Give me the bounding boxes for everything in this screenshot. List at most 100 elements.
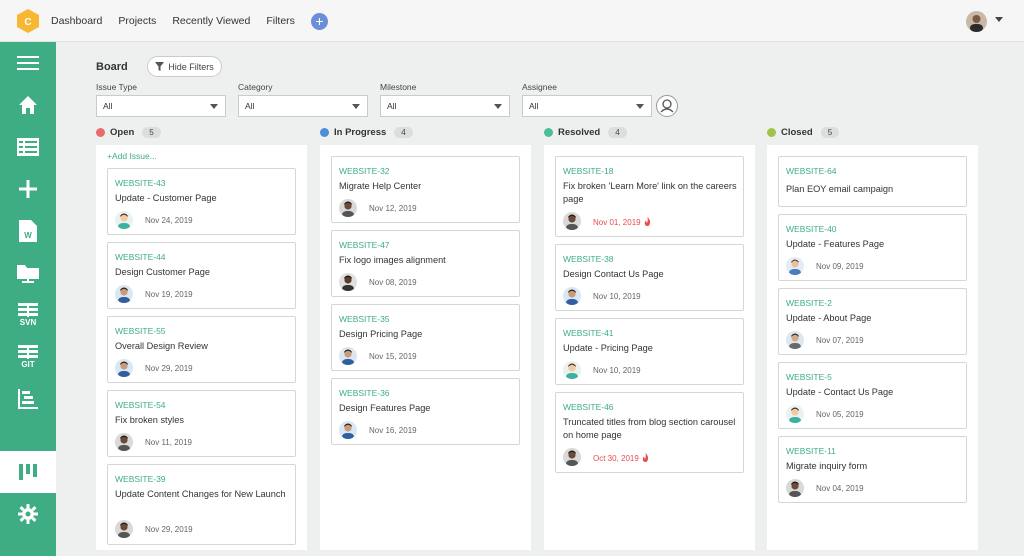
due-date: Nov 10, 2019 [593, 366, 641, 375]
sidebar-settings[interactable] [0, 493, 56, 535]
sidebar-git-label: GIT [21, 360, 35, 369]
filter-category-select[interactable]: All [238, 95, 368, 117]
filter-assignee-value: All [529, 101, 539, 111]
issue-card[interactable]: WEBSITE-35 Design Pricing Page Nov 15, 201… [331, 304, 520, 371]
issue-key[interactable]: WEBSITE-35 [339, 314, 390, 324]
issue-card[interactable]: WEBSITE-39 Update Content Changes for New… [107, 464, 296, 545]
filter-milestone-select[interactable]: All [380, 95, 510, 117]
sidebar-gantt[interactable] [0, 378, 56, 420]
filter-issue-type-select[interactable]: All [96, 95, 226, 117]
assignee-avatar-filter[interactable] [656, 95, 678, 117]
nav-recently-viewed[interactable]: Recently Viewed [172, 15, 250, 27]
issue-card[interactable]: WEBSITE-18 Fix broken 'Learn More' link o… [555, 156, 744, 237]
due-date-text: Nov 08, 2019 [369, 278, 417, 287]
issue-summary: Fix broken 'Learn More' link on the care… [563, 181, 737, 204]
issue-key[interactable]: WEBSITE-11 [786, 446, 836, 456]
nav-filters[interactable]: Filters [266, 15, 295, 27]
issue-card[interactable]: WEBSITE-2 Update - About Page Nov 07, 2019 [778, 288, 967, 355]
add-button[interactable]: + [310, 12, 328, 30]
issue-key[interactable]: WEBSITE-32 [339, 166, 390, 176]
issue-key[interactable]: WEBSITE-47 [339, 240, 390, 250]
user-silhouette-icon [660, 99, 674, 113]
due-date: Oct 30, 2019 [593, 453, 649, 463]
user-avatar[interactable] [966, 11, 987, 32]
overdue-flame-icon [641, 217, 651, 227]
app-logo-icon[interactable]: C [17, 9, 39, 33]
issue-key[interactable]: WEBSITE-46 [563, 402, 614, 412]
issue-key[interactable]: WEBSITE-38 [563, 254, 614, 264]
assignee-avatar [563, 287, 581, 305]
issue-key[interactable]: WEBSITE-36 [339, 388, 390, 398]
filter-assignee-select[interactable]: All [522, 95, 652, 117]
status-dot-icon [544, 128, 553, 137]
svg-text:W: W [24, 231, 32, 240]
issue-summary: Plan EOY email campaign [786, 184, 894, 194]
issue-key[interactable]: WEBSITE-43 [115, 178, 166, 188]
sidebar-issues[interactable] [0, 126, 56, 168]
issue-summary: Update Content Changes for New Launch [115, 489, 286, 499]
user-menu-caret-icon[interactable] [995, 17, 1003, 22]
due-date-text: Nov 12, 2019 [369, 204, 417, 213]
issue-card[interactable]: WEBSITE-11 Migrate inquiry form Nov 04, 20… [778, 436, 967, 503]
issue-summary: Design Pricing Page [339, 329, 423, 339]
issue-card[interactable]: WEBSITE-5 Update - Contact Us Page Nov 05,… [778, 362, 967, 429]
issue-key[interactable]: WEBSITE-18 [563, 166, 614, 176]
issue-card[interactable]: WEBSITE-54 Fix broken styles Nov 11, 2019 [107, 390, 296, 457]
funnel-icon [155, 62, 165, 71]
filter-milestone-label: Milestone [380, 82, 417, 92]
issue-key[interactable]: WEBSITE-2 [786, 298, 832, 308]
filter-issue-type-label: Issue Type [96, 82, 137, 92]
assignee-avatar [786, 479, 804, 497]
due-date-text: Nov 19, 2019 [145, 290, 193, 299]
sidebar-menu[interactable] [0, 42, 56, 84]
sidebar-wiki[interactable]: W [0, 210, 56, 252]
issue-card[interactable]: WEBSITE-41 Update - Pricing Page Nov 10, 2… [555, 318, 744, 385]
issue-key[interactable]: WEBSITE-64 [786, 166, 837, 176]
issue-key[interactable]: WEBSITE-44 [115, 252, 166, 262]
plus-icon [19, 180, 37, 198]
issue-key[interactable]: WEBSITE-40 [786, 224, 837, 234]
issue-card[interactable]: WEBSITE-55 Overall Design Review Nov 29, 2… [107, 316, 296, 383]
issue-summary: Design Customer Page [115, 267, 210, 277]
hide-filters-button[interactable]: Hide Filters [147, 56, 222, 77]
issue-card[interactable]: WEBSITE-40 Update - Features Page Nov 09, … [778, 214, 967, 281]
issue-key[interactable]: WEBSITE-39 [115, 474, 166, 484]
due-date-text: Nov 04, 2019 [816, 484, 864, 493]
sidebar-files[interactable] [0, 252, 56, 294]
issue-card[interactable]: WEBSITE-46 Truncated titles from blog sec… [555, 392, 744, 473]
nav-projects[interactable]: Projects [118, 15, 156, 27]
issue-card[interactable]: WEBSITE-36 Design Features Page Nov 16, 20… [331, 378, 520, 445]
sidebar-add[interactable] [0, 168, 56, 210]
nav-dashboard[interactable]: Dashboard [51, 15, 102, 27]
column-title: Closed [781, 127, 813, 138]
due-date: Nov 05, 2019 [816, 410, 864, 419]
status-dot-icon [320, 128, 329, 137]
chevron-down-icon [494, 104, 502, 109]
issue-card[interactable]: WEBSITE-32 Migrate Help Center Nov 12, 201… [331, 156, 520, 223]
sidebar: W SVN GIT [0, 42, 56, 556]
sidebar-board[interactable] [0, 451, 56, 493]
gantt-icon [18, 389, 38, 409]
issue-key[interactable]: WEBSITE-55 [115, 326, 166, 336]
issue-card[interactable]: WEBSITE-47 Fix logo images alignment Nov 0… [331, 230, 520, 297]
column-count-badge: 5 [142, 127, 161, 138]
issue-card[interactable]: WEBSITE-38 Design Contact Us Page Nov 10, … [555, 244, 744, 311]
issue-card[interactable]: WEBSITE-44 Design Customer Page Nov 19, 20… [107, 242, 296, 309]
issue-card[interactable]: WEBSITE-43 Update - Customer Page Nov 24, … [107, 168, 296, 235]
page-title: Board [96, 61, 128, 73]
due-date: Nov 16, 2019 [369, 426, 417, 435]
due-date-text: Nov 10, 2019 [593, 366, 641, 375]
due-date-text: Nov 05, 2019 [816, 410, 864, 419]
due-date-text: Nov 24, 2019 [145, 216, 193, 225]
column-header-in-progress: In Progress 4 [320, 127, 413, 138]
issue-key[interactable]: WEBSITE-5 [786, 372, 832, 382]
sidebar-home[interactable] [0, 84, 56, 126]
issue-summary: Design Contact Us Page [563, 269, 664, 279]
issue-card[interactable]: WEBSITE-64 Plan EOY email campaign [778, 156, 967, 207]
assignee-avatar [115, 285, 133, 303]
issue-key[interactable]: WEBSITE-54 [115, 400, 166, 410]
issue-key[interactable]: WEBSITE-41 [563, 328, 614, 338]
sidebar-git[interactable]: GIT [0, 336, 56, 378]
sidebar-svn[interactable]: SVN [0, 294, 56, 336]
add-issue-link[interactable]: +Add Issue... [107, 151, 157, 161]
